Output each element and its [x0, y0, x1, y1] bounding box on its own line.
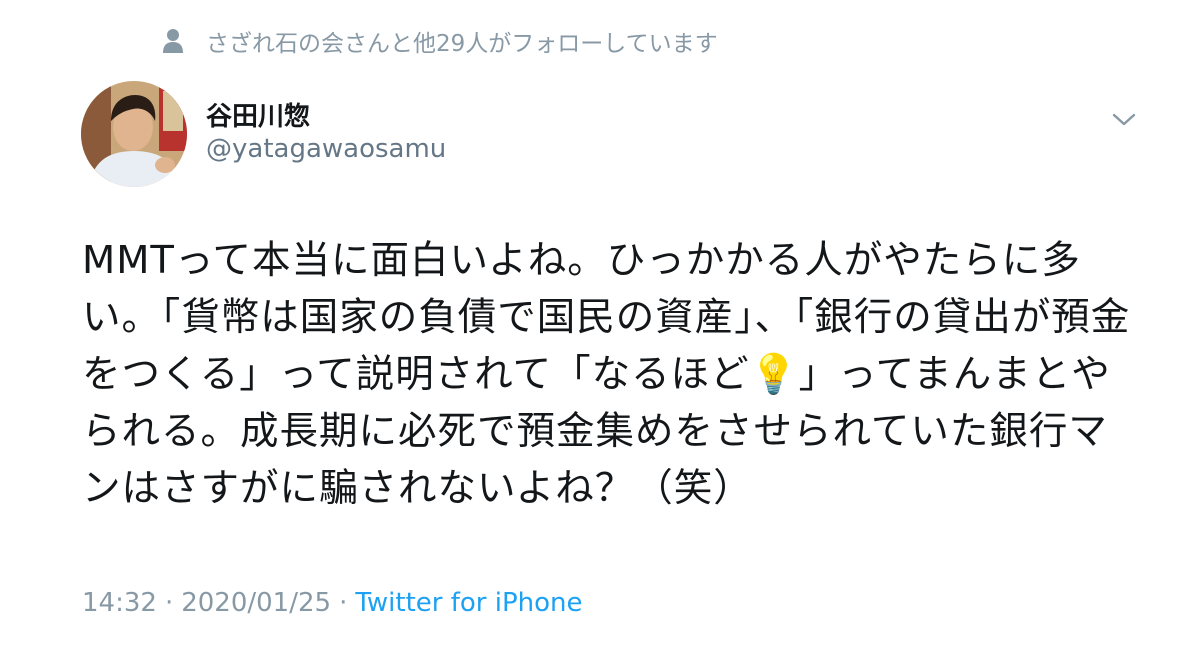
author-handle[interactable]: @yatagawaosamu	[206, 134, 446, 164]
social-context-text: さざれ石の会さんと他29人がフォローしています	[206, 31, 718, 57]
tweet-date[interactable]: 2020/01/25	[181, 588, 331, 618]
meta-separator: ·	[164, 588, 174, 618]
author-name[interactable]: 谷田川惣	[206, 96, 310, 133]
tweet-source-link[interactable]: Twitter for iPhone	[355, 588, 582, 618]
avatar-photo	[81, 81, 187, 187]
social-context: さざれ石の会さんと他29人がフォローしています	[162, 24, 718, 58]
tweet-meta: 14:32 · 2020/01/25 · Twitter for iPhone	[82, 588, 583, 618]
tweet-text: MMTって本当に面白いよね。ひっかかる人がやたらに多い。「貨幣は国家の負債で国民…	[82, 238, 1131, 511]
avatar[interactable]	[81, 81, 187, 187]
meta-separator: ·	[339, 588, 348, 618]
tweet-time[interactable]: 14:32	[82, 588, 157, 618]
person-icon	[163, 29, 183, 53]
chevron-down-icon[interactable]	[1110, 105, 1138, 133]
tweet-card: さざれ石の会さんと他29人がフォローしています 谷田川惣 @yatagawaos…	[0, 0, 1200, 650]
